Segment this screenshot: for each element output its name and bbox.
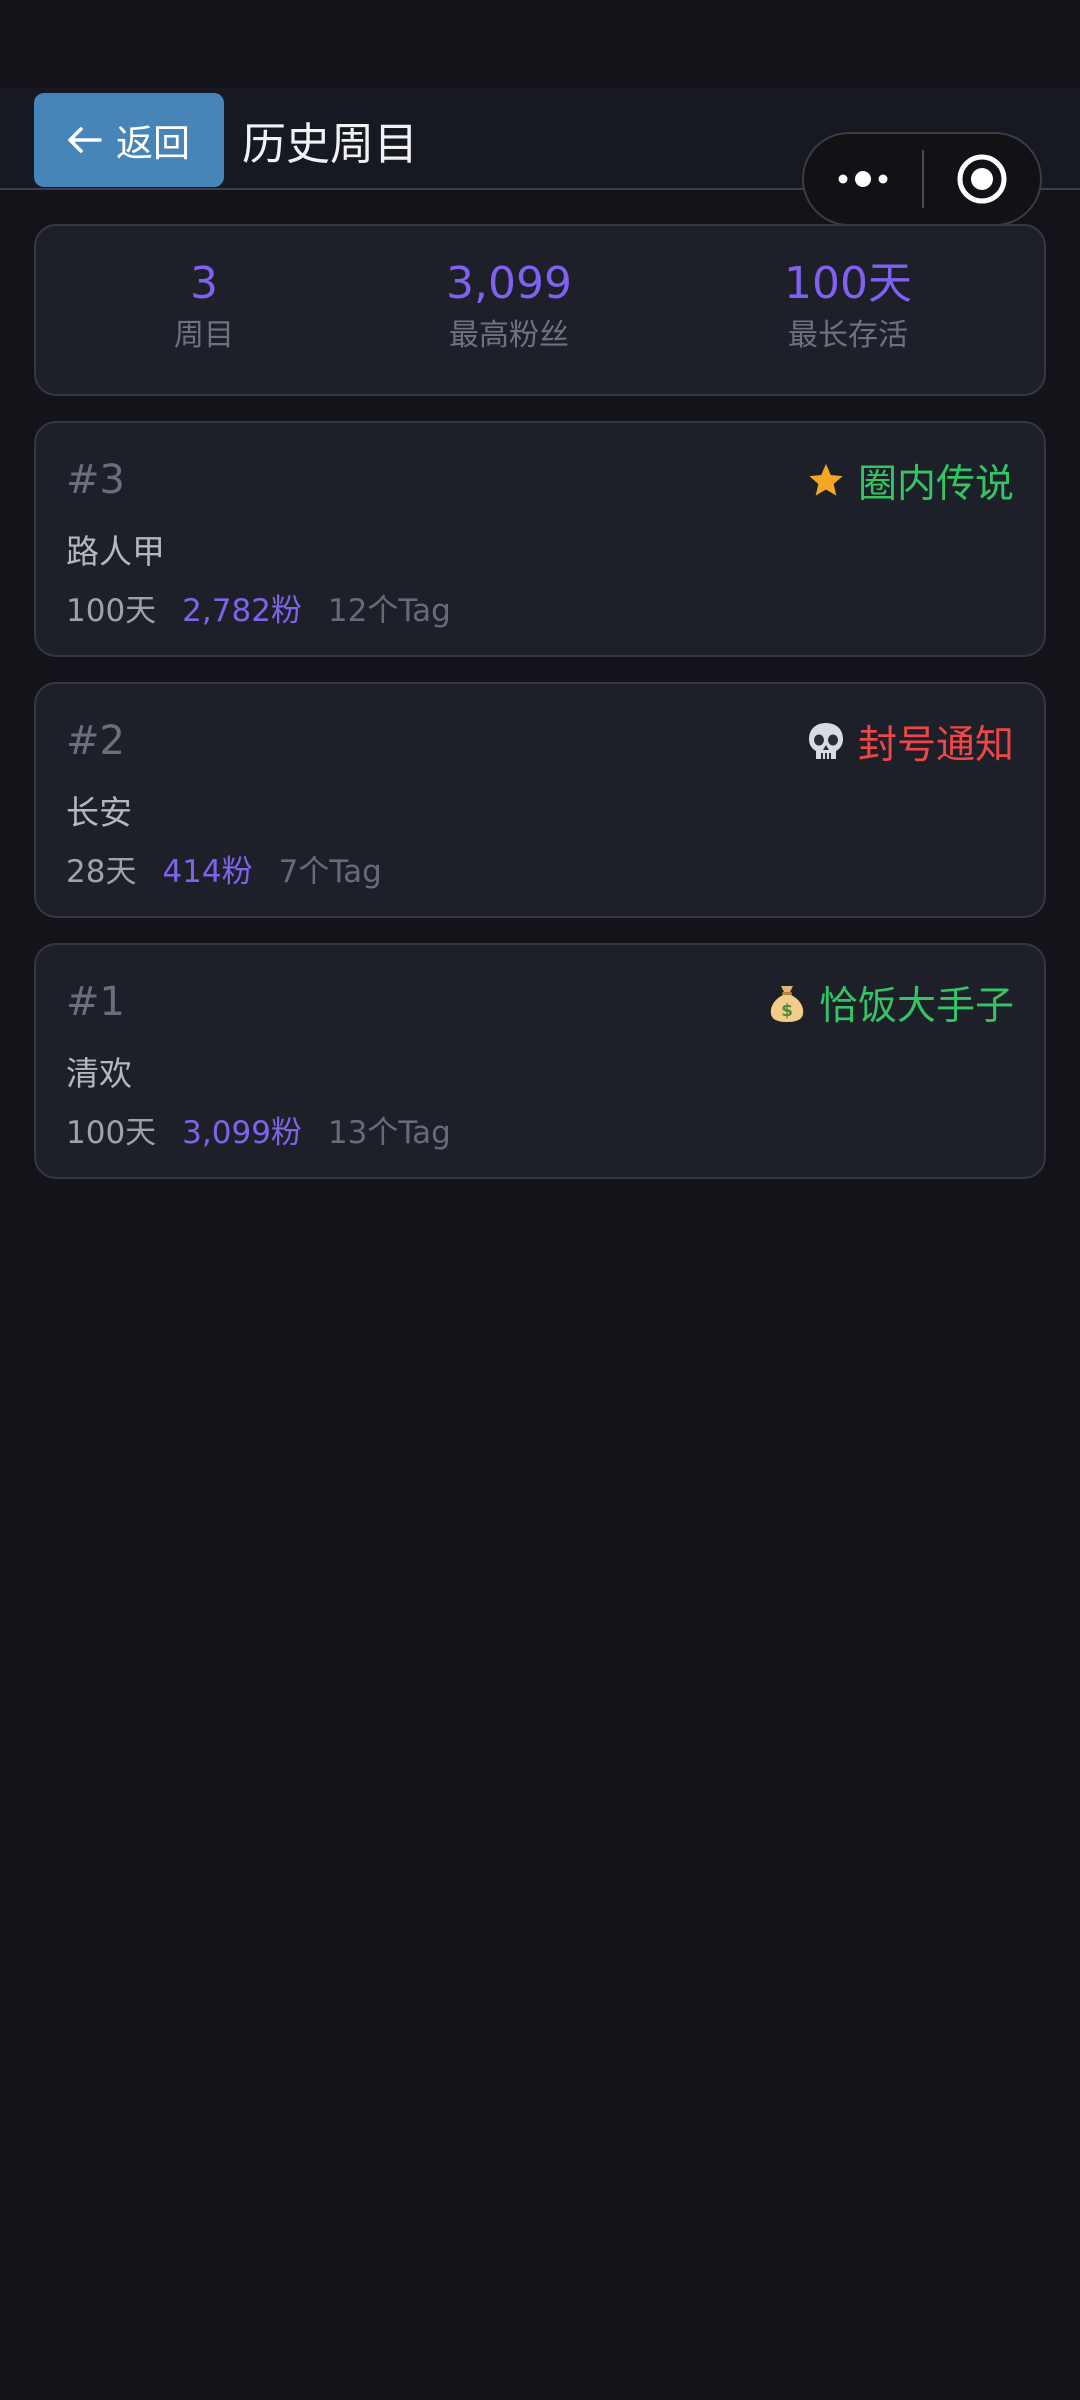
run-card[interactable]: #2 封号通知 长安 28天 414粉 7个Tag [34,682,1046,918]
run-number: #1 [66,979,125,1025]
run-tags: 13个Tag [327,1115,451,1151]
run-name: 清欢 [66,1054,132,1093]
run-meta: 28天 414粉 7个Tag [66,846,382,891]
stat-runs: 3 周目 [54,256,354,356]
stat-max-fans-label: 最高粉丝 [449,318,569,353]
stat-longest-survival: 100天 最长存活 [698,256,998,356]
more-button[interactable] [804,134,922,224]
run-tags: 7个Tag [278,854,382,890]
stat-runs-value: 3 [190,258,218,309]
run-fans: 3,099粉 [182,1115,302,1151]
more-dots-icon [838,171,888,187]
stat-longest-survival-value: 100天 [784,258,912,309]
skull-icon [806,721,846,763]
stat-runs-label: 周目 [174,318,234,353]
run-card[interactable]: #1 $ 恰饭大手子 清欢 100天 3,099粉 13个Tag [34,943,1046,1179]
run-ending: $ 恰饭大手子 [767,975,1014,1031]
run-days: 100天 [66,593,157,629]
close-button[interactable] [924,134,1040,224]
stat-max-fans-value: 3,099 [446,258,572,309]
run-ending-label: 封号通知 [857,723,1014,768]
star-icon [806,461,846,501]
run-ending-label: 恰饭大手子 [818,984,1014,1029]
run-ending: 封号通知 [806,714,1014,770]
run-days: 28天 [66,854,137,890]
run-name: 路人甲 [66,532,165,571]
stat-longest-survival-label: 最长存活 [788,318,908,353]
target-close-icon [957,154,1007,204]
run-meta: 100天 2,782粉 12个Tag [66,585,451,630]
run-ending-label: 圈内传说 [857,462,1014,507]
run-tags: 12个Tag [327,593,451,629]
run-card[interactable]: #3 圈内传说 路人甲 100天 2,782粉 12个Tag [34,421,1046,657]
summary-card: 3 周目 3,099 最高粉丝 100天 最长存活 [34,224,1046,396]
run-number: #2 [66,718,125,764]
run-fans: 414粉 [162,854,253,890]
run-ending: 圈内传说 [806,453,1014,509]
page-title: 历史周目 [242,119,418,170]
run-days: 100天 [66,1115,157,1151]
money-bag-icon: $ [767,982,807,1024]
stat-max-fans: 3,099 最高粉丝 [359,256,659,356]
back-button-label: 返回 [116,122,190,165]
arrow-left-icon [68,127,102,153]
svg-text:$: $ [781,1001,793,1021]
run-name: 长安 [66,793,132,832]
run-number: #3 [66,457,125,503]
mini-program-capsule [802,132,1042,226]
back-button[interactable]: 返回 [34,93,224,187]
status-bar [0,0,1080,88]
run-fans: 2,782粉 [182,593,302,629]
run-meta: 100天 3,099粉 13个Tag [66,1107,451,1152]
